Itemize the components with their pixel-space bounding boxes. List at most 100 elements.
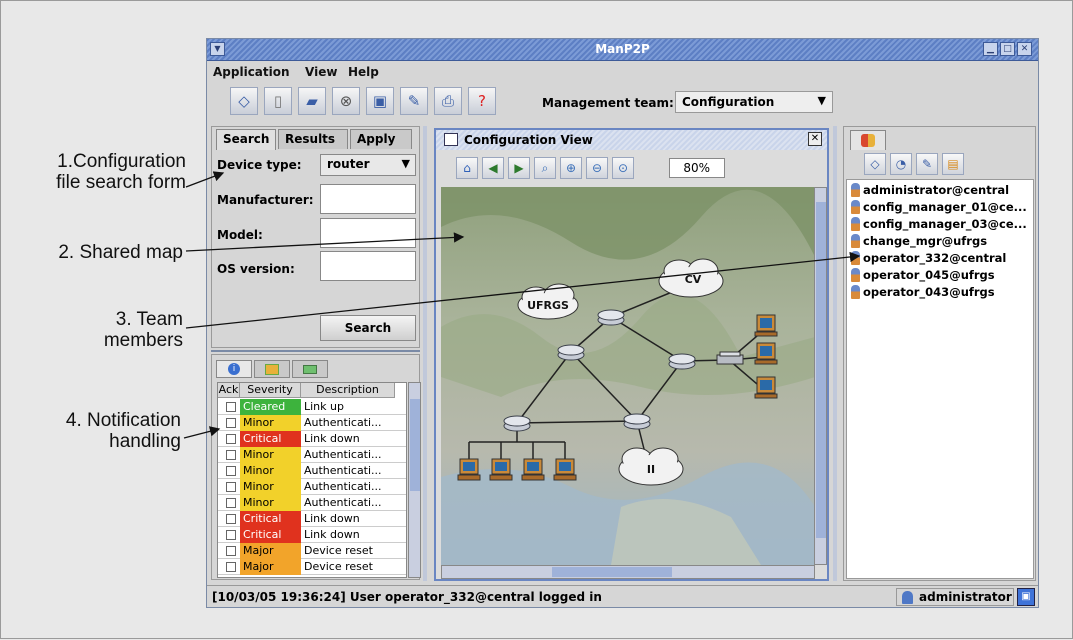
notification-row[interactable]: Critical Link down bbox=[218, 431, 406, 447]
notification-row[interactable]: Minor Authenticati... bbox=[218, 447, 406, 463]
ack-checkbox[interactable] bbox=[226, 466, 236, 476]
computer-icon[interactable] bbox=[457, 458, 481, 481]
cloud-cv[interactable]: CV bbox=[658, 258, 724, 298]
save-icon[interactable]: ▣ bbox=[366, 87, 394, 115]
computer-icon[interactable] bbox=[754, 314, 778, 337]
notification-row[interactable]: Minor Authenticati... bbox=[218, 463, 406, 479]
edit-icon[interactable]: ✎ bbox=[400, 87, 428, 115]
switch-icon[interactable] bbox=[716, 351, 744, 365]
team-member-item[interactable]: operator_332@central bbox=[851, 251, 1006, 267]
router-icon[interactable] bbox=[597, 309, 625, 326]
message-icon[interactable] bbox=[292, 360, 328, 378]
cloud-ii[interactable]: II bbox=[618, 447, 684, 486]
print-icon[interactable]: ⎙ bbox=[434, 87, 462, 115]
notification-row[interactable]: Major Device reset bbox=[218, 543, 406, 559]
tab-apply[interactable]: Apply bbox=[350, 129, 412, 149]
notification-row[interactable]: Major Device reset bbox=[218, 559, 406, 575]
whiteboard-icon[interactable]: ▤ bbox=[942, 153, 964, 175]
chat-icon[interactable]: ◇ bbox=[864, 153, 886, 175]
notification-row[interactable]: Minor Authenticati... bbox=[218, 415, 406, 431]
forward-icon[interactable]: ▶ bbox=[508, 157, 530, 179]
computer-icon[interactable] bbox=[489, 458, 513, 481]
team-member-item[interactable]: config_manager_01@ce... bbox=[851, 200, 1027, 216]
menu-help[interactable]: Help bbox=[348, 65, 379, 79]
left-splitter[interactable] bbox=[423, 126, 427, 581]
device-type-select[interactable]: router ▼ bbox=[320, 154, 416, 176]
ack-checkbox[interactable] bbox=[226, 402, 236, 412]
close-icon[interactable]: ✕ bbox=[1017, 42, 1032, 56]
team-member-item[interactable]: administrator@central bbox=[851, 183, 1009, 199]
notification-row[interactable]: Cleared Link up bbox=[218, 399, 406, 415]
model-field[interactable] bbox=[320, 218, 416, 248]
maximize-icon[interactable]: □ bbox=[1000, 42, 1015, 56]
ack-checkbox[interactable] bbox=[226, 498, 236, 508]
zoom-field[interactable]: 80% bbox=[669, 158, 725, 178]
team-member-item[interactable]: operator_043@ufrgs bbox=[851, 285, 995, 301]
ack-checkbox[interactable] bbox=[226, 514, 236, 524]
team-member-item[interactable]: config_manager_03@ce... bbox=[851, 217, 1027, 233]
title-bar[interactable]: ▼ ManP2P ▁ □ ✕ bbox=[207, 39, 1038, 61]
zoom-in-icon[interactable]: ⊕ bbox=[560, 157, 582, 179]
computer-icon[interactable] bbox=[521, 458, 545, 481]
open-folder-icon[interactable]: ▰ bbox=[298, 87, 326, 115]
minimize-icon[interactable]: ▁ bbox=[983, 42, 998, 56]
router-icon[interactable] bbox=[668, 353, 696, 370]
note-icon[interactable]: ✎ bbox=[916, 153, 938, 175]
router-icon[interactable] bbox=[623, 413, 651, 430]
tab-results[interactable]: Results bbox=[278, 129, 348, 149]
shared-map[interactable]: UFRGS CV II bbox=[441, 187, 815, 565]
ack-checkbox[interactable] bbox=[226, 482, 236, 492]
ack-checkbox[interactable] bbox=[226, 530, 236, 540]
column-header-severity[interactable]: Severity bbox=[240, 383, 301, 398]
computer-icon[interactable] bbox=[754, 342, 778, 365]
lock-icon[interactable]: ▣ bbox=[1017, 588, 1035, 606]
ack-cell bbox=[218, 527, 240, 543]
router-icon[interactable] bbox=[557, 344, 585, 361]
map-vertical-scrollbar[interactable] bbox=[814, 187, 827, 565]
ack-checkbox[interactable] bbox=[226, 562, 236, 572]
stop-icon[interactable]: ⊗ bbox=[332, 87, 360, 115]
menu-view[interactable]: View bbox=[305, 65, 337, 79]
manufacturer-field[interactable] bbox=[320, 184, 416, 214]
computer-icon[interactable] bbox=[754, 376, 778, 399]
zoom-out-icon[interactable]: ⊖ bbox=[586, 157, 608, 179]
zoom-fit-icon[interactable]: ⊙ bbox=[612, 157, 634, 179]
tag-icon[interactable]: ◇ bbox=[230, 87, 258, 115]
info-icon[interactable]: i bbox=[216, 360, 252, 378]
talk-icon[interactable]: ◔ bbox=[890, 153, 912, 175]
new-document-icon[interactable]: ▯ bbox=[264, 87, 292, 115]
cloud-ufrgs[interactable]: UFRGS bbox=[517, 283, 579, 320]
back-icon[interactable]: ◀ bbox=[482, 157, 504, 179]
map-horizontal-scrollbar[interactable] bbox=[441, 565, 815, 579]
team-member-item[interactable]: operator_045@ufrgs bbox=[851, 268, 995, 284]
right-splitter[interactable] bbox=[833, 126, 837, 581]
column-header-ack[interactable]: Ack bbox=[218, 383, 240, 398]
zoom-icon[interactable]: ⌕ bbox=[534, 157, 556, 179]
ack-checkbox[interactable] bbox=[226, 418, 236, 428]
ack-checkbox[interactable] bbox=[226, 450, 236, 460]
home-icon[interactable]: ⌂ bbox=[456, 157, 478, 179]
manp2p-window: ▼ ManP2P ▁ □ ✕ Application View Help ◇ ▯… bbox=[206, 38, 1039, 608]
menu-application[interactable]: Application bbox=[213, 65, 290, 79]
help-icon[interactable]: ? bbox=[468, 87, 496, 115]
tab-search[interactable]: Search bbox=[216, 129, 276, 150]
close-icon[interactable]: ✕ bbox=[808, 132, 822, 146]
search-button[interactable]: Search bbox=[320, 315, 416, 341]
notification-row[interactable]: Minor Authenticati... bbox=[218, 495, 406, 511]
panel-splitter[interactable] bbox=[211, 350, 420, 352]
notification-row[interactable]: Critical Link down bbox=[218, 527, 406, 543]
ack-checkbox[interactable] bbox=[226, 434, 236, 444]
os-version-field[interactable] bbox=[320, 251, 416, 281]
team-icon[interactable] bbox=[850, 130, 886, 150]
ack-checkbox[interactable] bbox=[226, 546, 236, 556]
column-header-description[interactable]: Description bbox=[301, 383, 395, 398]
notification-row[interactable]: Minor Authenticati... bbox=[218, 479, 406, 495]
notification-row[interactable]: Critical Link down bbox=[218, 511, 406, 527]
management-team-select[interactable]: Configuration ▼ bbox=[675, 91, 833, 113]
map-icon[interactable] bbox=[254, 360, 290, 378]
team-member-item[interactable]: change_mgr@ufrgs bbox=[851, 234, 987, 250]
computer-icon[interactable] bbox=[553, 458, 577, 481]
current-user[interactable]: administrator bbox=[896, 588, 1014, 606]
notification-scrollbar[interactable] bbox=[408, 382, 421, 578]
router-icon[interactable] bbox=[503, 415, 531, 432]
